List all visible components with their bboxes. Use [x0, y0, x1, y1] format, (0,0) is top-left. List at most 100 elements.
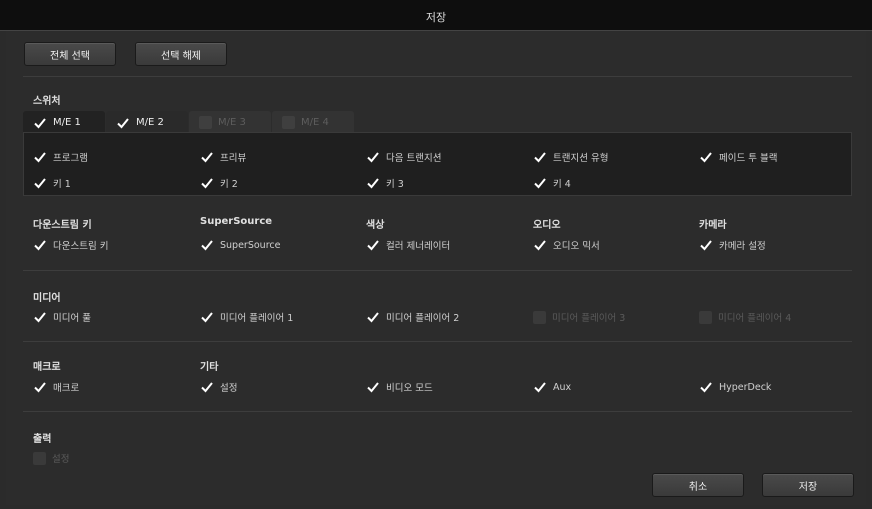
media-heading: 미디어 — [33, 293, 61, 304]
macro-heading: 매크로 — [33, 362, 61, 373]
checkbox-empty-icon — [282, 116, 295, 129]
checkmark-icon — [200, 176, 214, 190]
camera-settings-checkbox[interactable]: 카메라 설정 — [699, 238, 766, 252]
checkmark-icon — [33, 150, 47, 164]
output-heading: 출력 — [33, 434, 52, 445]
checkbox-label: 카메라 설정 — [719, 241, 766, 252]
next-transition-checkbox[interactable]: 다음 트랜지션 — [366, 150, 441, 164]
checkbox-label: SuperSource — [220, 239, 281, 251]
checkbox-label: 다운스트림 키 — [53, 241, 109, 252]
checkbox-label: 미디어 플레이어 4 — [718, 313, 792, 324]
tab-label: M/E 3 — [218, 117, 246, 128]
checkmark-icon — [366, 238, 380, 252]
output-settings-checkbox[interactable]: 설정 — [33, 451, 69, 465]
checkbox-label: 페이드 투 블랙 — [719, 153, 778, 164]
checkbox-label: 키 1 — [53, 179, 71, 190]
aux-checkbox[interactable]: Aux — [533, 380, 571, 394]
me-options-panel — [23, 132, 852, 196]
tab-me3[interactable]: M/E 3 — [189, 111, 271, 134]
checkbox-label: 오디오 믹서 — [553, 241, 600, 252]
checkbox-label: 키 2 — [220, 179, 238, 190]
divider — [23, 76, 852, 77]
checkmark-icon — [33, 116, 47, 130]
checkmark-icon — [33, 380, 47, 394]
deselect-all-button[interactable]: 선택 해제 — [135, 42, 227, 66]
tab-me4[interactable]: M/E 4 — [272, 111, 354, 134]
divider — [23, 411, 852, 412]
other-heading: 기타 — [200, 362, 219, 373]
video-mode-checkbox[interactable]: 비디오 모드 — [366, 380, 433, 394]
key3-checkbox[interactable]: 키 3 — [366, 176, 404, 190]
media-player-4-checkbox[interactable]: 미디어 플레이어 4 — [699, 310, 791, 324]
checkbox-empty-icon — [199, 116, 212, 129]
audio-heading: 오디오 — [533, 220, 561, 231]
checkmark-icon — [200, 310, 214, 324]
downstream-key-heading: 다운스트림 키 — [33, 220, 92, 231]
checkmark-icon — [116, 116, 130, 130]
audio-mixer-checkbox[interactable]: 오디오 믹서 — [533, 238, 600, 252]
checkbox-label: Aux — [553, 381, 572, 393]
checkmark-icon — [200, 380, 214, 394]
checkbox-label: 비디오 모드 — [386, 383, 433, 394]
program-checkbox[interactable]: 프로그램 — [33, 150, 88, 164]
checkbox-label: 미디어 플레이어 1 — [220, 313, 294, 324]
fade-to-black-checkbox[interactable]: 페이드 투 블랙 — [699, 150, 777, 164]
checkbox-label: 설정 — [220, 383, 238, 394]
key1-checkbox[interactable]: 키 1 — [33, 176, 71, 190]
media-player-1-checkbox[interactable]: 미디어 플레이어 1 — [200, 310, 293, 324]
supersource-checkbox[interactable]: SuperSource — [200, 238, 280, 252]
checkmark-icon — [533, 238, 547, 252]
window-title: 저장 — [425, 11, 447, 24]
camera-heading: 카메라 — [699, 220, 727, 231]
switcher-heading: 스위처 — [33, 96, 61, 107]
color-generator-checkbox[interactable]: 컬러 제너레이터 — [366, 238, 450, 252]
checkbox-empty-icon — [33, 451, 46, 465]
checkbox-empty-icon — [699, 310, 712, 324]
checkbox-label: 미디어 풀 — [53, 313, 91, 324]
tab-me1[interactable]: M/E 1 — [23, 111, 105, 134]
checkmark-icon — [533, 176, 547, 190]
media-pool-checkbox[interactable]: 미디어 풀 — [33, 310, 91, 324]
transition-type-checkbox[interactable]: 트랜지션 유형 — [533, 150, 608, 164]
checkmark-icon — [200, 150, 214, 164]
checkmark-icon — [699, 150, 713, 164]
downstream-key-checkbox[interactable]: 다운스트림 키 — [33, 238, 108, 252]
checkmark-icon — [366, 176, 380, 190]
checkbox-label: 프리뷰 — [220, 153, 247, 164]
checkbox-empty-icon — [533, 310, 546, 324]
key2-checkbox[interactable]: 키 2 — [200, 176, 238, 190]
checkbox-label: 키 3 — [386, 179, 404, 190]
checkmark-icon — [699, 380, 713, 394]
tab-label: M/E 2 — [136, 117, 164, 128]
preview-checkbox[interactable]: 프리뷰 — [200, 150, 246, 164]
save-button[interactable]: 저장 — [762, 473, 854, 497]
settings-checkbox[interactable]: 설정 — [200, 380, 237, 394]
tab-me2[interactable]: M/E 2 — [106, 111, 188, 134]
checkbox-label: 키 4 — [553, 179, 571, 190]
title-bar: 저장 — [0, 0, 872, 31]
checkmark-icon — [366, 380, 380, 394]
checkmark-icon — [33, 310, 47, 324]
divider — [23, 341, 852, 342]
checkmark-icon — [533, 380, 547, 394]
cancel-button[interactable]: 취소 — [652, 473, 744, 497]
hyperdeck-checkbox[interactable]: HyperDeck — [699, 380, 771, 394]
tab-label: M/E 4 — [301, 117, 329, 128]
media-player-3-checkbox[interactable]: 미디어 플레이어 3 — [533, 310, 625, 324]
save-dialog — [6, 31, 866, 505]
checkbox-label: 미디어 플레이어 2 — [386, 313, 460, 324]
select-all-button[interactable]: 전체 선택 — [24, 42, 116, 66]
checkmark-icon — [533, 150, 547, 164]
checkbox-label: 미디어 플레이어 3 — [552, 313, 626, 324]
divider — [23, 270, 852, 271]
checkbox-label: 컬러 제너레이터 — [386, 241, 451, 252]
checkmark-icon — [33, 176, 47, 190]
macro-checkbox[interactable]: 매크로 — [33, 380, 79, 394]
checkbox-label: 매크로 — [53, 383, 80, 394]
key4-checkbox[interactable]: 키 4 — [533, 176, 571, 190]
checkbox-label: 다음 트랜지션 — [386, 153, 442, 164]
checkmark-icon — [33, 238, 47, 252]
color-heading: 색상 — [366, 220, 385, 231]
media-player-2-checkbox[interactable]: 미디어 플레이어 2 — [366, 310, 459, 324]
checkbox-label: HyperDeck — [719, 381, 772, 393]
